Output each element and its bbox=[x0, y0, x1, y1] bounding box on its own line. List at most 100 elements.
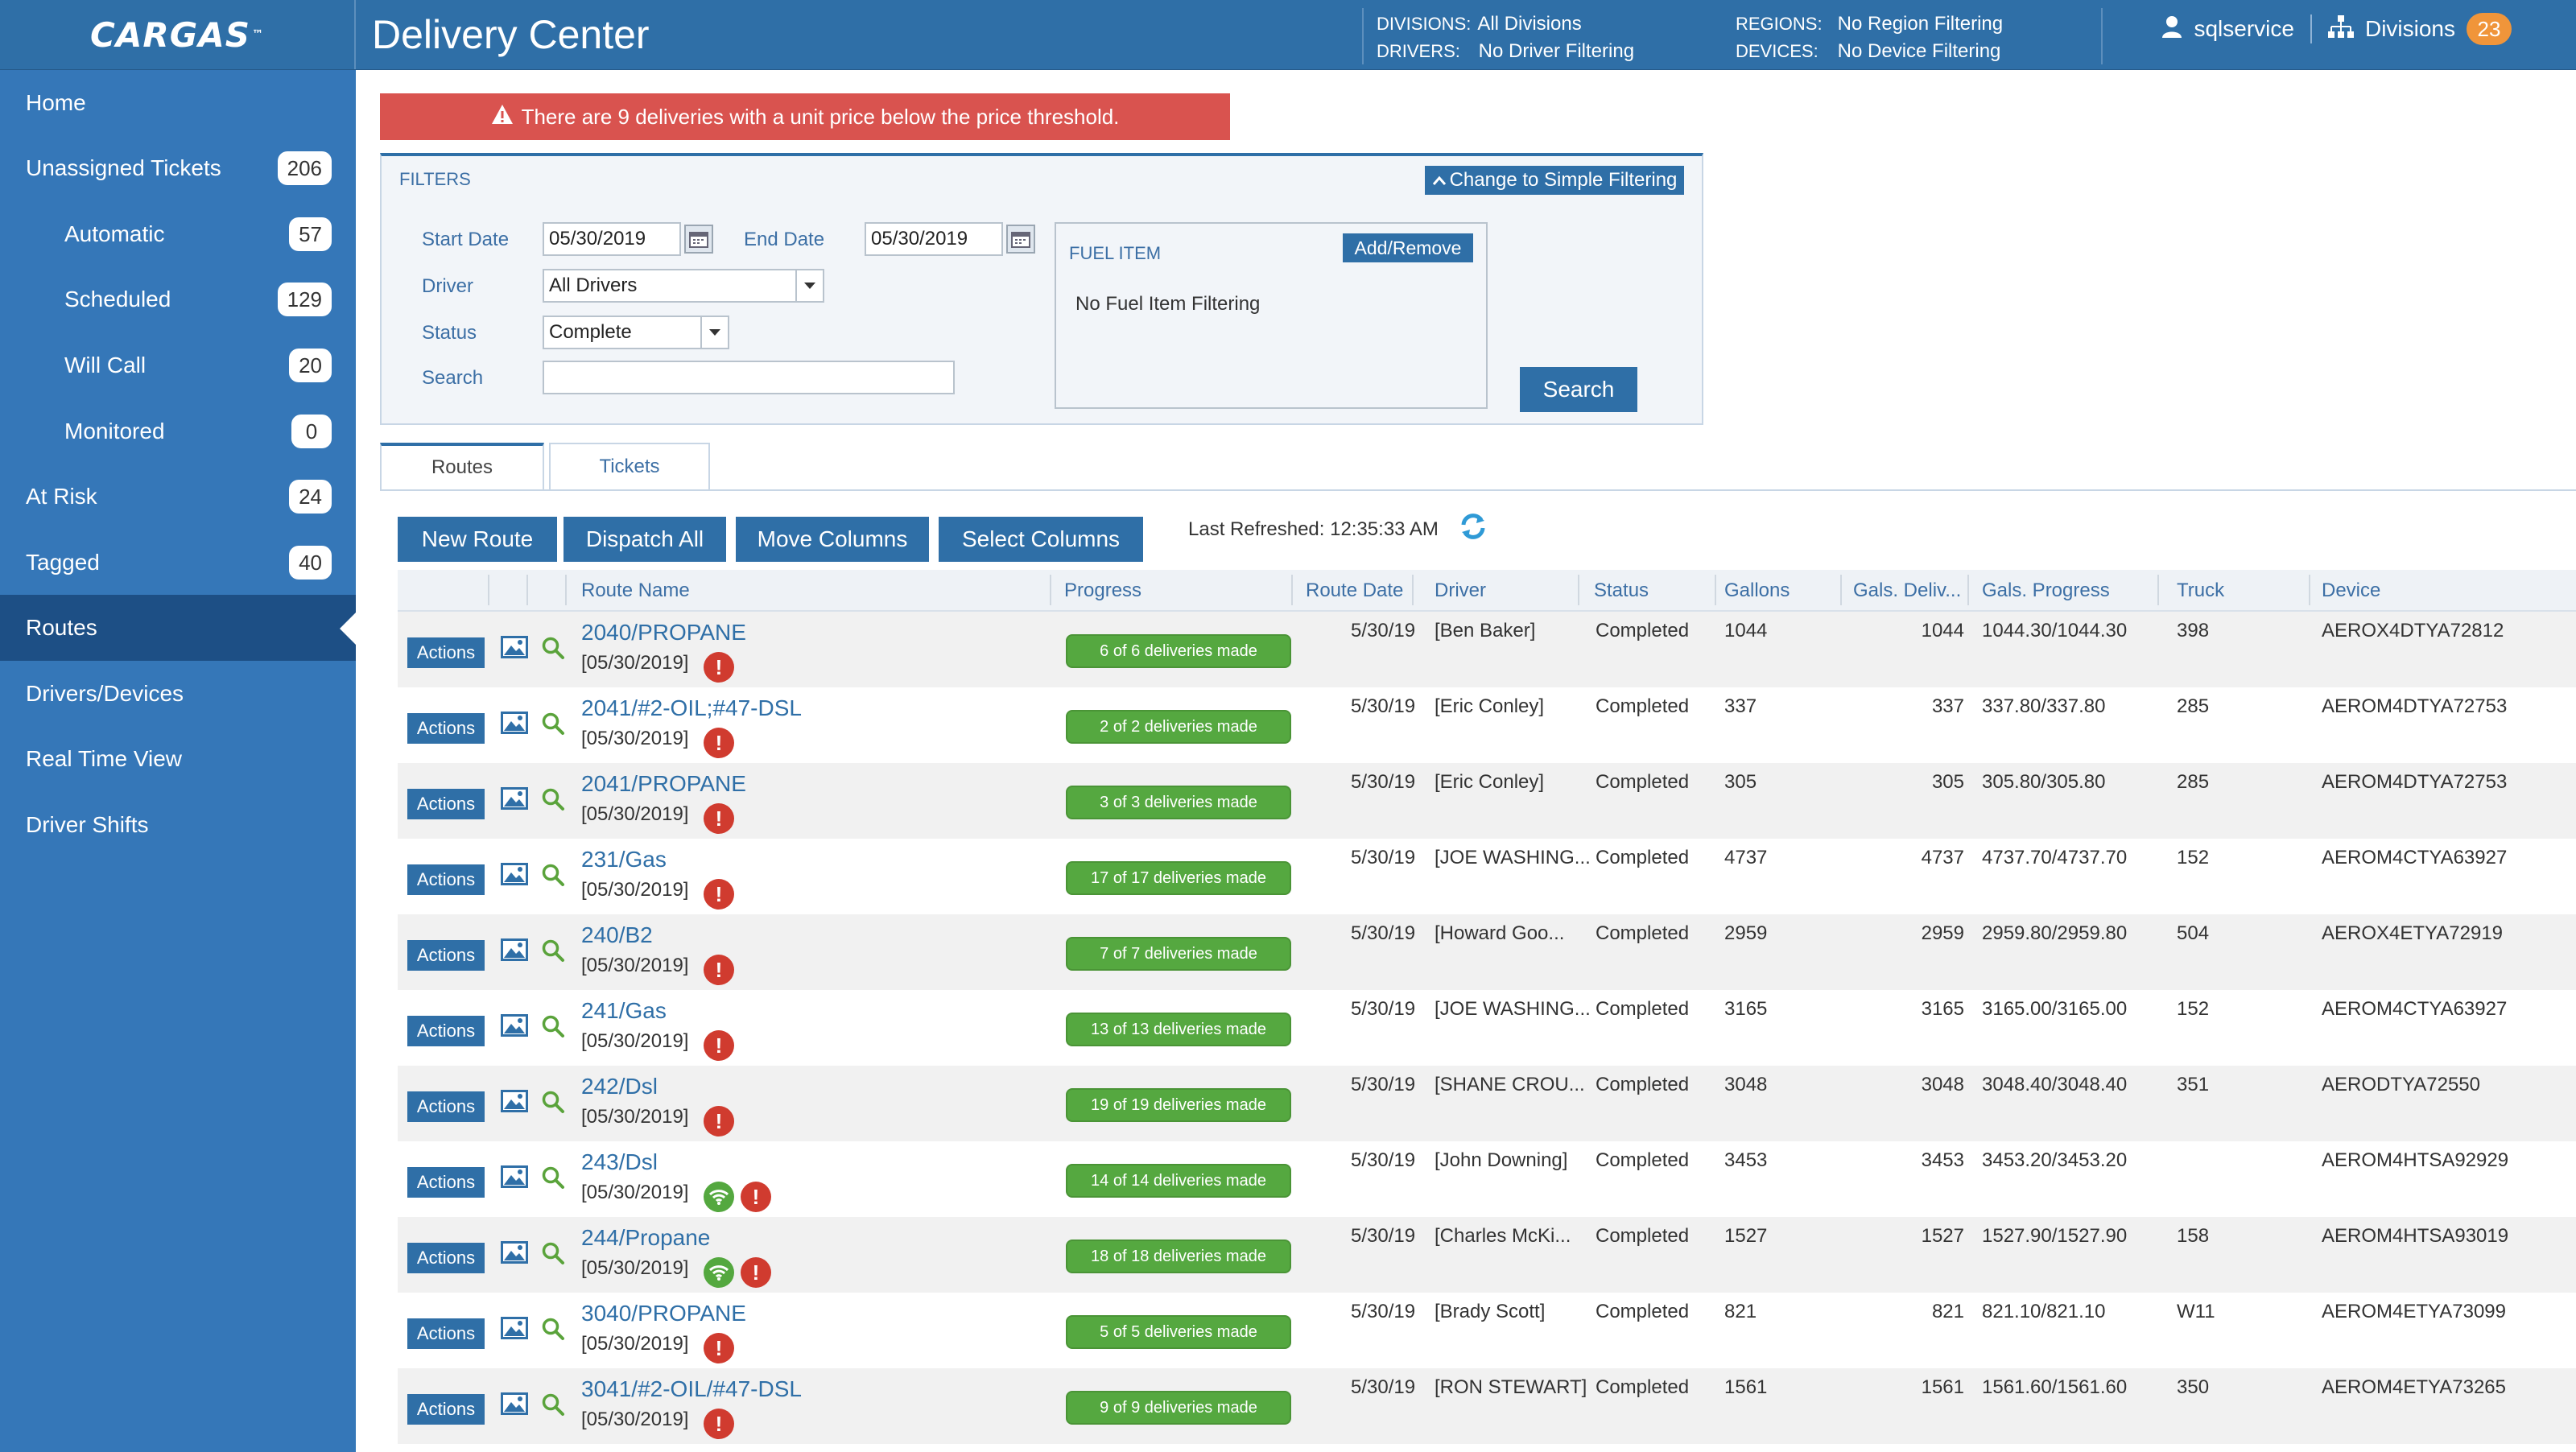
sidebar-item-routes[interactable]: Routes bbox=[0, 595, 356, 661]
table-row[interactable]: Actions 231/Gas [05/30/2019]! 17 of 17 deli… bbox=[398, 839, 2576, 914]
route-name-link[interactable]: 240/B2 bbox=[581, 922, 653, 948]
column-header-route-date[interactable]: Route Date bbox=[1306, 580, 1403, 602]
table-row[interactable]: Actions 244/Propane [05/30/2019]! 18 of 18 … bbox=[398, 1217, 2576, 1293]
status-select[interactable]: Complete bbox=[543, 316, 729, 349]
start-date-input[interactable]: 05/30/2019 bbox=[543, 222, 681, 256]
search-icon[interactable] bbox=[541, 1014, 565, 1044]
table-row[interactable]: Actions 3040/PROPANE [05/30/2019]! 5 of 5 d… bbox=[398, 1293, 2576, 1368]
tab-tickets[interactable]: Tickets bbox=[549, 443, 710, 489]
image-icon[interactable] bbox=[501, 1165, 528, 1194]
route-name-link[interactable]: 243/Dsl bbox=[581, 1149, 658, 1175]
search-icon[interactable] bbox=[541, 1090, 565, 1120]
table-row[interactable]: Actions 3041/#2-OIL/#47-DSL [05/30/2019]! 9… bbox=[398, 1368, 2576, 1444]
exclamation-alert-icon[interactable]: ! bbox=[704, 652, 734, 683]
column-header-driver[interactable]: Driver bbox=[1435, 580, 1486, 602]
image-icon[interactable] bbox=[501, 1241, 528, 1269]
exclamation-alert-icon[interactable]: ! bbox=[704, 1409, 734, 1439]
exclamation-alert-icon[interactable]: ! bbox=[741, 1257, 771, 1288]
image-icon[interactable] bbox=[501, 863, 528, 891]
actions-button[interactable]: Actions bbox=[407, 864, 485, 895]
column-header-truck[interactable]: Truck bbox=[2177, 580, 2224, 602]
search-button[interactable]: Search bbox=[1520, 367, 1637, 412]
table-row[interactable]: Actions 242/Dsl [05/30/2019]! 19 of 19 deli… bbox=[398, 1066, 2576, 1141]
dispatch-all-button[interactable]: Dispatch All bbox=[564, 517, 726, 562]
sidebar-item-driver-shifts[interactable]: Driver Shifts bbox=[0, 792, 356, 858]
sidebar-item-drivers-devices[interactable]: Drivers/Devices bbox=[0, 661, 356, 727]
actions-button[interactable]: Actions bbox=[407, 637, 485, 668]
actions-button[interactable]: Actions bbox=[407, 1394, 485, 1425]
column-header-gals-progress[interactable]: Gals. Progress bbox=[1982, 580, 2110, 602]
exclamation-alert-icon[interactable]: ! bbox=[704, 879, 734, 910]
table-row[interactable]: Actions 243/Dsl [05/30/2019]! 14 of 14 deli… bbox=[398, 1141, 2576, 1217]
sidebar-item-automatic[interactable]: Automatic 57 bbox=[0, 201, 356, 267]
search-icon[interactable] bbox=[541, 712, 565, 741]
new-route-button[interactable]: New Route bbox=[398, 517, 557, 562]
exclamation-alert-icon[interactable]: ! bbox=[704, 728, 734, 758]
calendar-icon[interactable] bbox=[1006, 225, 1035, 254]
exclamation-alert-icon[interactable]: ! bbox=[704, 1333, 734, 1363]
search-icon[interactable] bbox=[541, 636, 565, 666]
add-remove-button[interactable]: Add/Remove bbox=[1343, 233, 1473, 262]
end-date-input[interactable]: 05/30/2019 bbox=[865, 222, 1003, 256]
sidebar-item-home[interactable]: Home bbox=[0, 70, 356, 136]
column-header-status[interactable]: Status bbox=[1594, 580, 1649, 602]
search-icon[interactable] bbox=[541, 1165, 565, 1195]
sidebar-item-real-time-view[interactable]: Real Time View bbox=[0, 726, 356, 792]
sidebar-item-at-risk[interactable]: At Risk 24 bbox=[0, 464, 356, 530]
image-icon[interactable] bbox=[501, 1014, 528, 1042]
image-icon[interactable] bbox=[501, 1392, 528, 1421]
exclamation-alert-icon[interactable]: ! bbox=[704, 1106, 734, 1136]
column-header-device[interactable]: Device bbox=[2322, 580, 2380, 602]
search-input[interactable] bbox=[543, 361, 955, 394]
search-icon[interactable] bbox=[541, 1392, 565, 1422]
divisions-menu[interactable]: Divisions bbox=[2365, 16, 2455, 42]
route-name-link[interactable]: 241/Gas bbox=[581, 998, 667, 1024]
search-icon[interactable] bbox=[541, 787, 565, 817]
route-name-link[interactable]: 231/Gas bbox=[581, 847, 667, 872]
image-icon[interactable] bbox=[501, 1090, 528, 1118]
search-icon[interactable] bbox=[541, 1241, 565, 1271]
table-row[interactable]: Actions 2041/#2-OIL;#47-DSL [05/30/2019]! 2… bbox=[398, 687, 2576, 763]
column-header-route-name[interactable]: Route Name bbox=[581, 580, 690, 602]
exclamation-alert-icon[interactable]: ! bbox=[704, 803, 734, 834]
actions-button[interactable]: Actions bbox=[407, 1016, 485, 1046]
move-columns-button[interactable]: Move Columns bbox=[736, 517, 929, 562]
refresh-icon[interactable] bbox=[1457, 510, 1489, 547]
actions-button[interactable]: Actions bbox=[407, 1318, 485, 1349]
column-header-gals-delivered[interactable]: Gals. Deliv... bbox=[1853, 580, 1961, 602]
actions-button[interactable]: Actions bbox=[407, 713, 485, 744]
exclamation-alert-icon[interactable]: ! bbox=[704, 955, 734, 985]
route-name-link[interactable]: 244/Propane bbox=[581, 1225, 710, 1251]
image-icon[interactable] bbox=[501, 787, 528, 815]
route-name-link[interactable]: 2041/PROPANE bbox=[581, 771, 746, 797]
route-name-link[interactable]: 2041/#2-OIL;#47-DSL bbox=[581, 695, 802, 721]
image-icon[interactable] bbox=[501, 636, 528, 664]
exclamation-alert-icon[interactable]: ! bbox=[741, 1182, 771, 1212]
route-name-link[interactable]: 2040/PROPANE bbox=[581, 620, 746, 646]
select-columns-button[interactable]: Select Columns bbox=[939, 517, 1143, 562]
sidebar-item-monitored[interactable]: Monitored 0 bbox=[0, 398, 356, 464]
sidebar-item-tagged[interactable]: Tagged 40 bbox=[0, 530, 356, 596]
change-to-simple-filtering-button[interactable]: Change to Simple Filtering bbox=[1425, 166, 1684, 195]
table-row[interactable]: Actions 2040/PROPANE [05/30/2019]! 6 of 6 d… bbox=[398, 612, 2576, 687]
tab-routes[interactable]: Routes bbox=[380, 443, 544, 489]
user-menu[interactable]: sqlservice bbox=[2194, 16, 2293, 42]
column-header-gallons[interactable]: Gallons bbox=[1724, 580, 1790, 602]
image-icon[interactable] bbox=[501, 938, 528, 967]
table-row[interactable]: Actions 240/B2 [05/30/2019]! 7 of 7 deliver… bbox=[398, 914, 2576, 990]
actions-button[interactable]: Actions bbox=[407, 940, 485, 971]
sidebar-item-unassigned-tickets[interactable]: Unassigned Tickets 206 bbox=[0, 135, 356, 201]
table-row[interactable]: Actions 241/Gas [05/30/2019]! 13 of 13 deli… bbox=[398, 990, 2576, 1066]
search-icon[interactable] bbox=[541, 1317, 565, 1347]
route-name-link[interactable]: 3040/PROPANE bbox=[581, 1301, 746, 1326]
search-icon[interactable] bbox=[541, 938, 565, 968]
actions-button[interactable]: Actions bbox=[407, 789, 485, 819]
calendar-icon[interactable] bbox=[684, 225, 713, 254]
table-row[interactable]: Actions 2041/PROPANE [05/30/2019]! 3 of 3 d… bbox=[398, 763, 2576, 839]
route-name-link[interactable]: 3041/#2-OIL/#47-DSL bbox=[581, 1376, 802, 1402]
actions-button[interactable]: Actions bbox=[407, 1243, 485, 1273]
image-icon[interactable] bbox=[501, 1317, 528, 1345]
driver-select[interactable]: All Drivers bbox=[543, 269, 824, 303]
image-icon[interactable] bbox=[501, 712, 528, 740]
actions-button[interactable]: Actions bbox=[407, 1167, 485, 1198]
